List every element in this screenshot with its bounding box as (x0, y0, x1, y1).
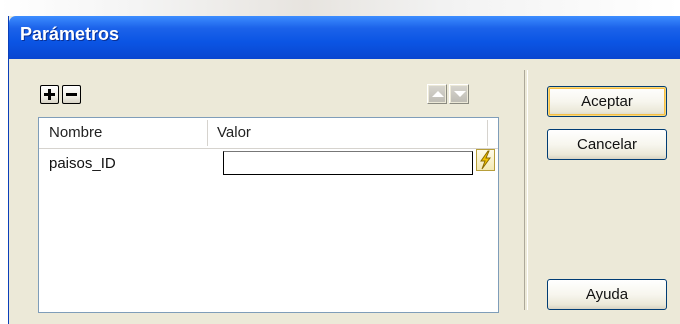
dialog-title: Parámetros (20, 24, 120, 44)
parameter-value-input[interactable] (223, 151, 473, 175)
background-window-strip (0, 0, 680, 16)
help-button[interactable]: Ayuda (547, 279, 667, 310)
triangle-down-icon (454, 91, 466, 97)
lightning-bolt-icon (480, 150, 491, 170)
grid-header: Nombre Valor (39, 118, 498, 149)
column-divider-end (487, 120, 488, 146)
move-down-button[interactable] (449, 84, 469, 104)
column-header-nombre[interactable]: Nombre (49, 124, 102, 141)
column-header-valor[interactable]: Valor (217, 124, 251, 141)
dynamic-data-button[interactable] (476, 149, 495, 171)
remove-parameter-button[interactable] (62, 85, 81, 104)
column-divider[interactable] (207, 120, 208, 146)
accept-button[interactable]: Aceptar (547, 86, 667, 117)
triangle-up-icon (432, 91, 444, 97)
cancel-button[interactable]: Cancelar (547, 129, 667, 160)
parameters-grid: Nombre Valor paisos_ID (38, 117, 499, 313)
move-up-button[interactable] (427, 84, 447, 104)
add-parameter-button[interactable] (40, 85, 59, 104)
title-bar[interactable]: Parámetros (9, 16, 680, 59)
parameter-name-cell[interactable]: paisos_ID (49, 155, 116, 172)
parameters-dialog: Parámetros Nombre Valor paisos_ID Acepta… (8, 16, 680, 324)
vertical-separator (524, 70, 528, 310)
